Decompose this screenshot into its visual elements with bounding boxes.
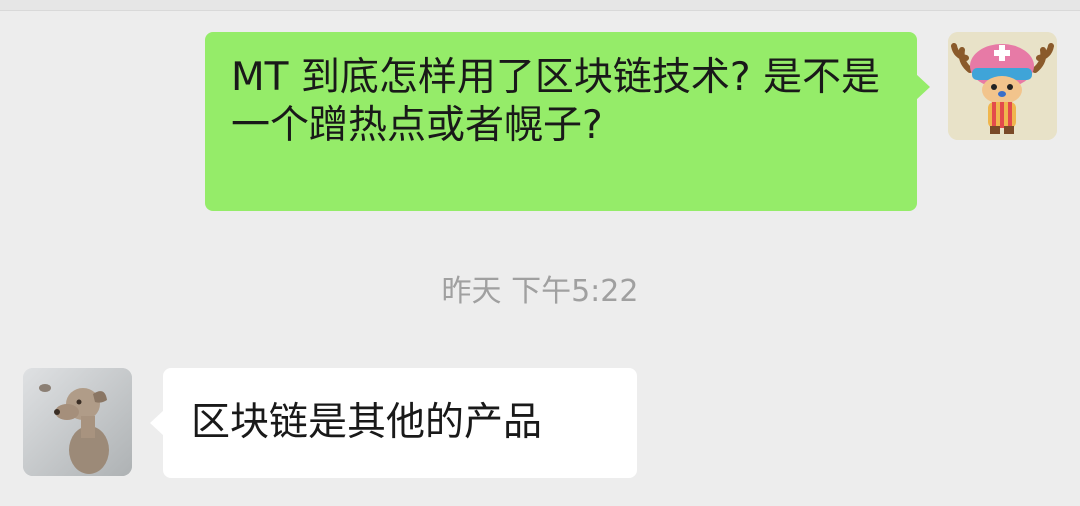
incoming-message-bubble[interactable]: 区块链是其他的产品 [150, 368, 637, 478]
outgoing-message-text: MT 到底怎样用了区块链技术? 是不是一个蹭热点或者幌子? [231, 55, 880, 148]
my-avatar[interactable] [948, 32, 1057, 140]
message-timestamp: 昨天 下午5:22 [441, 274, 639, 309]
incoming-message-text: 区块链是其他的产品 [191, 400, 543, 445]
contact-avatar[interactable] [23, 368, 132, 476]
chopper-avatar-image [948, 32, 1057, 140]
dog-avatar-image [23, 368, 132, 476]
outgoing-message-bubble[interactable]: MT 到底怎样用了区块链技术? 是不是一个蹭热点或者幌子? [205, 32, 930, 211]
top-divider [0, 0, 1080, 11]
